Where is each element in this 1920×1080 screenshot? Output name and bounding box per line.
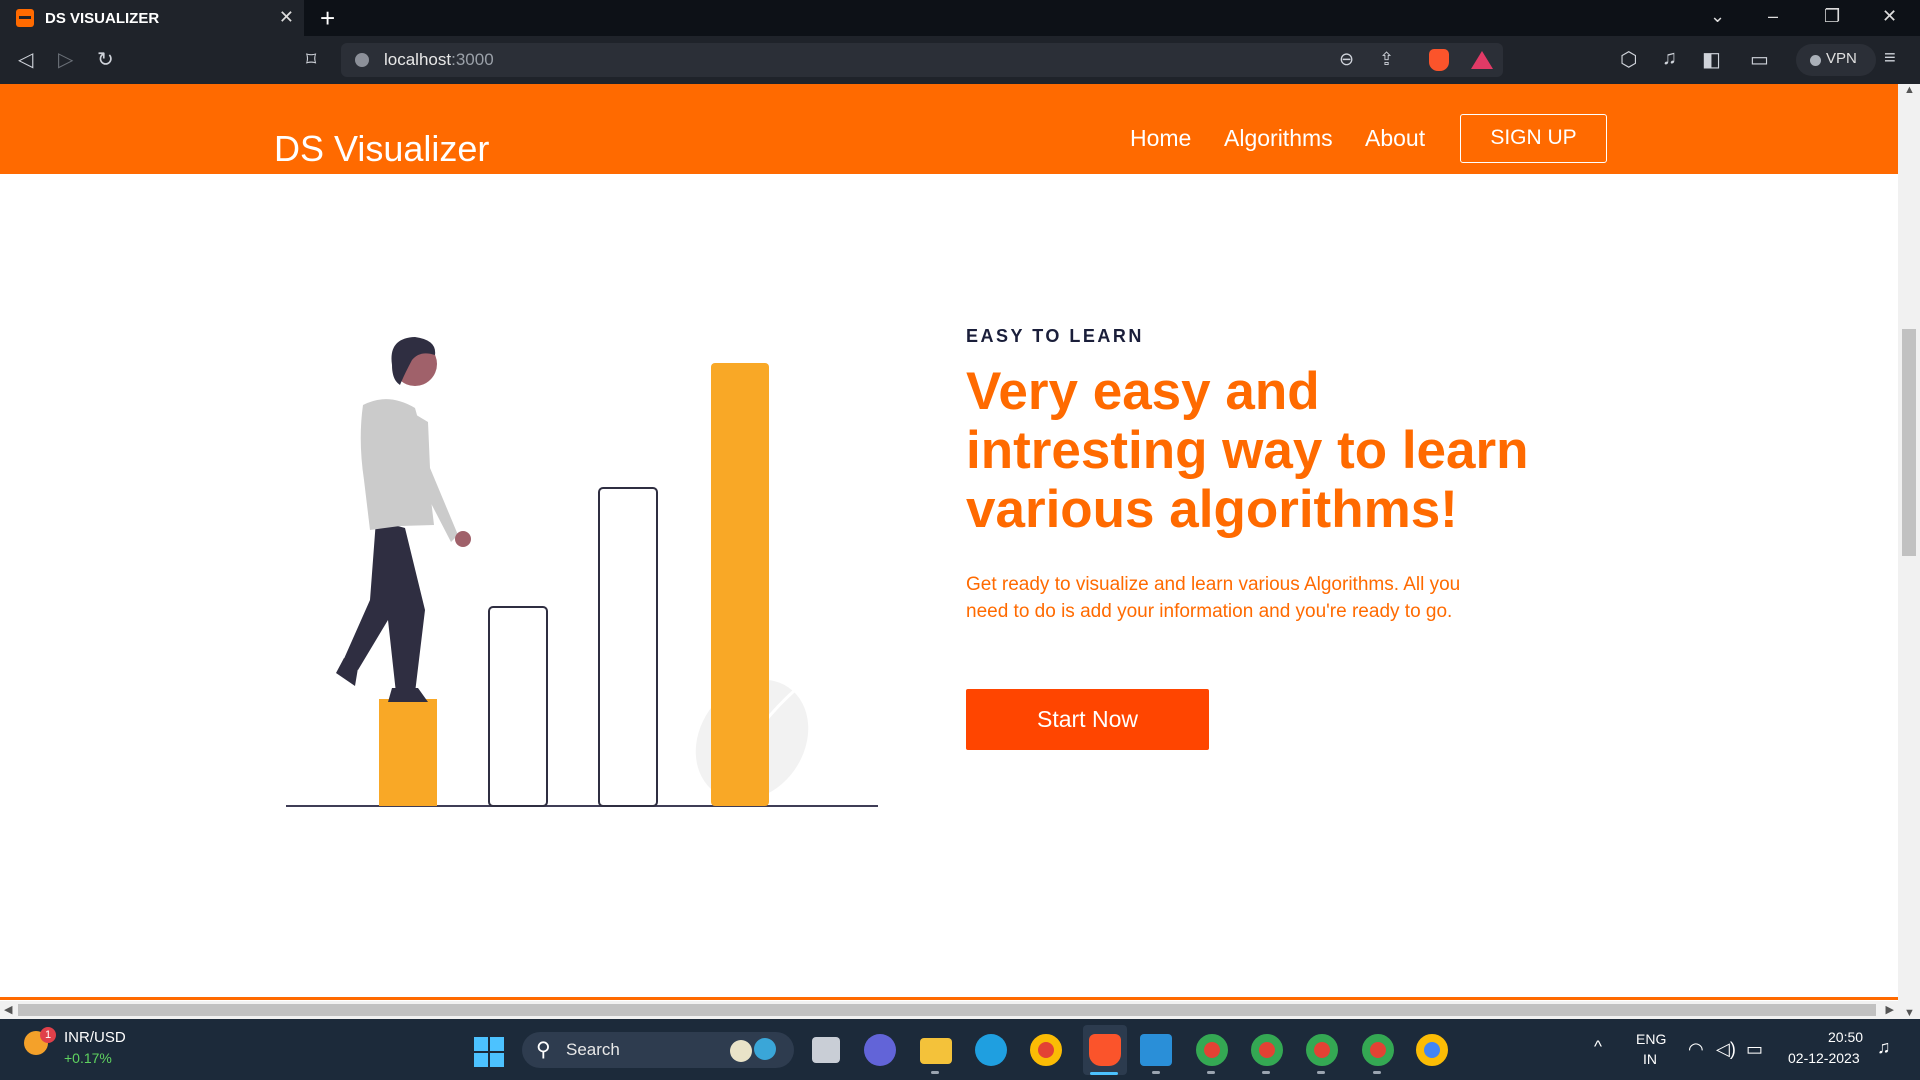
nav-about-link[interactable]: About [1365,125,1425,152]
chrome-profile-5-icon[interactable] [1416,1034,1448,1066]
media-icon[interactable]: ♫ [1662,47,1677,70]
hero-headline: Very easy and intresting way to learn va… [966,362,1529,539]
search-icon: ⚲ [536,1039,551,1061]
browser-tab-strip: DS VISUALIZER ✕ + ⌄ – ❐ ✕ [0,0,1920,36]
globe-icon [754,1038,776,1060]
vscode-icon[interactable] [1140,1034,1172,1066]
search-label: Search [566,1040,620,1059]
ticker-badge: 1 [40,1027,56,1043]
url-text: localhost:3000 [384,50,494,69]
tab-close-icon[interactable]: ✕ [279,7,294,28]
volume-icon[interactable]: ◁) [1716,1039,1736,1060]
chrome-profile-2-icon[interactable] [1251,1034,1283,1066]
tab-title: DS VISUALIZER [45,9,160,27]
wallet-icon[interactable]: ▭ [1750,47,1769,72]
task-view-icon[interactable] [812,1037,840,1063]
site-favicon-icon [16,9,34,27]
close-window-button[interactable]: ✕ [1882,6,1897,27]
extensions-icon[interactable]: ⬡ [1620,47,1637,72]
language-line-2[interactable]: IN [1643,1051,1657,1067]
search-highlight-icon [730,1040,752,1062]
chrome-icon[interactable] [1030,1034,1062,1066]
vpn-button[interactable]: VPN [1796,44,1876,76]
file-explorer-icon[interactable] [920,1038,952,1064]
zoom-icon[interactable]: ⊖ [1339,49,1354,70]
reload-icon[interactable]: ↻ [97,47,114,72]
start-button-icon[interactable] [474,1037,504,1067]
scroll-left-icon[interactable]: ◀ [4,1003,12,1016]
bar-3 [598,487,658,807]
forward-icon[interactable]: ▷ [58,47,73,72]
chat-icon[interactable] [864,1034,896,1066]
notification-bell-icon[interactable]: ♫ [1877,1037,1891,1058]
windows-taskbar: 1 INR/USD +0.17% ⚲ Search ^ ENG IN ◠ ◁) … [0,1019,1920,1080]
brave-rewards-icon[interactable] [1471,51,1493,69]
taskbar-search[interactable]: ⚲ Search [522,1032,794,1068]
person-hand [455,531,471,547]
hero-subtext: Get ready to visualize and learn various… [966,574,1461,622]
tab-search-icon[interactable]: ⌄ [1710,6,1725,27]
scroll-down-icon[interactable]: ▼ [1904,1007,1915,1019]
start-now-button[interactable]: Start Now [966,689,1209,750]
new-tab-button[interactable]: + [320,3,335,34]
browser-toolbar: ◁ ▷ ↻ ⌑ localhost:3000 ⊖ ⇪ ⬡ ♫ ◧ ▭ VPN ≡ [0,36,1920,84]
language-line-1[interactable]: ENG [1636,1031,1666,1047]
clock-time[interactable]: 20:50 [1828,1029,1863,1045]
share-icon[interactable]: ⇪ [1379,49,1394,70]
tray-overflow-icon[interactable]: ^ [1594,1037,1602,1057]
bar-2 [488,606,548,807]
nav-algorithms-link[interactable]: Algorithms [1224,125,1333,152]
chrome-profile-4-icon[interactable] [1362,1034,1394,1066]
scroll-right-icon[interactable]: ▶ [1886,1003,1894,1016]
hero-eyebrow: EASY TO LEARN [966,326,1144,346]
brave-shields-icon[interactable] [1429,49,1449,71]
brand-logo[interactable]: DS Visualizer [274,128,489,170]
wifi-icon[interactable]: ◠ [1688,1039,1704,1060]
address-bar[interactable]: localhost:3000 ⊖ ⇪ [341,43,1503,77]
sign-up-button[interactable]: SIGN UP [1460,114,1607,163]
site-info-icon[interactable] [355,53,369,67]
sidebar-icon[interactable]: ◧ [1702,47,1721,72]
bar-4 [711,363,769,806]
bookmark-icon[interactable]: ⌑ [306,47,316,72]
ticker-change: +0.17% [64,1050,112,1066]
site-navbar: DS Visualizer Home Algorithms About SIGN… [0,84,1898,174]
learning-steps-illustration [286,337,878,807]
browser-tab[interactable]: DS VISUALIZER ✕ [0,0,304,36]
minimize-button[interactable]: – [1768,6,1778,27]
back-icon[interactable]: ◁ [18,47,33,72]
ticker-pair[interactable]: INR/USD [64,1029,126,1046]
scroll-up-icon[interactable]: ▲ [1904,84,1915,96]
horizontal-scroll-thumb[interactable] [18,1004,1876,1016]
horizontal-scrollbar[interactable]: ◀ ▶ [0,1001,1898,1019]
battery-icon[interactable]: ▭ [1746,1039,1763,1060]
restore-button[interactable]: ❐ [1824,6,1840,27]
chrome-profile-1-icon[interactable] [1196,1034,1228,1066]
bar-1 [379,699,437,806]
chrome-profile-3-icon[interactable] [1306,1034,1338,1066]
menu-icon[interactable]: ≡ [1884,47,1896,70]
footer-accent-line [0,997,1898,1000]
vertical-scrollbar[interactable]: ▲ ▼ [1898,84,1920,1019]
edge-icon[interactable] [975,1034,1007,1066]
clock-date[interactable]: 02-12-2023 [1788,1050,1860,1066]
nav-home-link[interactable]: Home [1130,125,1191,152]
vertical-scroll-thumb[interactable] [1902,329,1916,556]
brave-icon[interactable] [1089,1034,1121,1066]
